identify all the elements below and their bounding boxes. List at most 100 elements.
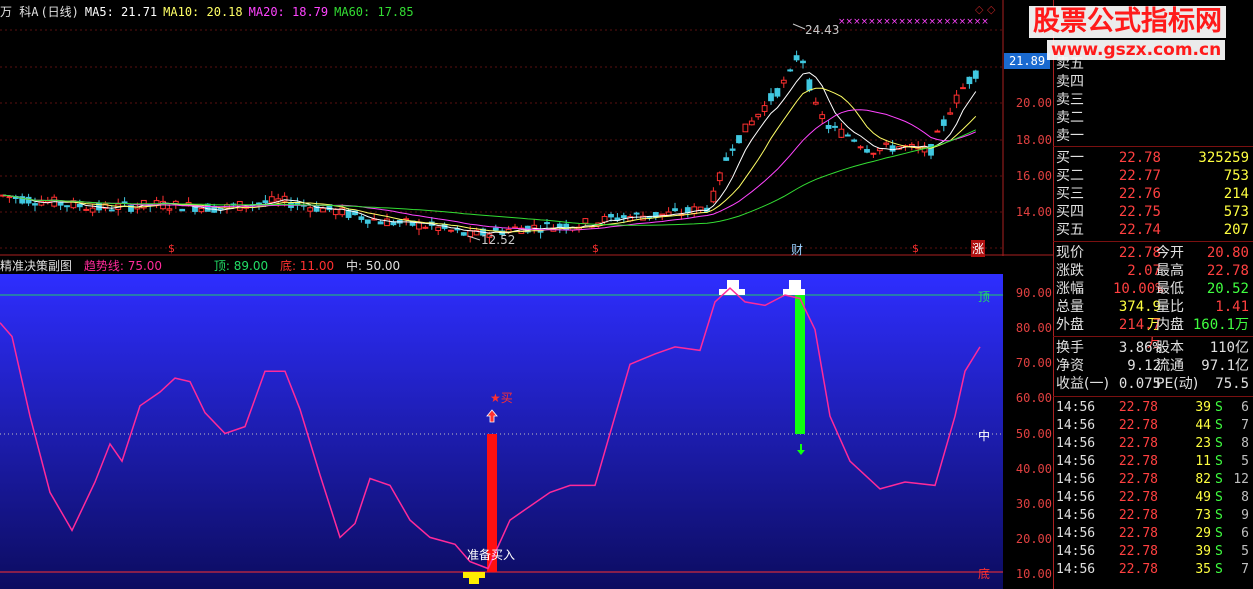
- chart-settings-icon[interactable]: ◇ ◇: [975, 3, 995, 16]
- candle-body: [620, 215, 627, 219]
- bid-row: 买三 22.76 214: [1056, 186, 1249, 202]
- ma60-label: MA60: 17.85: [334, 5, 414, 19]
- quote-row: 总量 374.9万 量比 1.41: [1056, 299, 1249, 333]
- candle-body: [108, 209, 115, 212]
- low-price-label: 12.52: [481, 233, 515, 247]
- quote-row: 外盘 214.7万 内盘 160.1万: [1056, 317, 1249, 351]
- candle-body: [844, 134, 851, 137]
- candle-body: [166, 208, 173, 211]
- watermark-title: 股票公式指标网: [1029, 6, 1226, 38]
- candle-body: [32, 203, 38, 206]
- tick-row: 14:56 22.78 35 S 7: [1056, 562, 1249, 577]
- quote-row: 涨跌 2.07 最高 22.78: [1056, 263, 1249, 279]
- quote-row: 净资 9.12 流通 97.1亿: [1056, 358, 1249, 374]
- watermark-url: www.gszx.com.cn: [1047, 40, 1226, 60]
- indicator-axis-label: 50.00: [1015, 427, 1052, 441]
- decision-indicator-chart[interactable]: [0, 274, 1003, 589]
- stock-name: 万 科A: [0, 5, 39, 19]
- candle-body: [851, 139, 858, 142]
- candle-body: [448, 229, 454, 232]
- limit-up-marker[interactable]: 涨: [971, 240, 986, 257]
- top-value: 顶: 89.00: [213, 259, 269, 273]
- candle-body: [889, 145, 896, 152]
- candle-body: [838, 128, 845, 138]
- candle-body: [748, 120, 755, 126]
- ask-row: 卖四: [1056, 74, 1084, 90]
- candle-body: [800, 60, 806, 64]
- quote-row: 收益(一) 0.075 PE(动) 75.5: [1056, 376, 1249, 392]
- candle-body: [582, 218, 589, 224]
- candle-body: [934, 130, 941, 133]
- candle-body: [883, 142, 890, 145]
- indicator-axis-label: 40.00: [1015, 462, 1052, 476]
- ma20-label: MA20: 18.79: [248, 5, 329, 19]
- indicator-axis-label: 10.00: [1015, 567, 1052, 581]
- bid-row: 买五 22.74 207: [1056, 222, 1249, 238]
- quote-row: 换手 3.86% 股本 110亿: [1056, 340, 1249, 356]
- top-line-label: 顶: [978, 290, 991, 304]
- sub-chart-title[interactable]: 精准决策副图: [0, 259, 72, 273]
- candle-body: [691, 206, 698, 215]
- tick-row: 14:56 22.78 82 S 12: [1056, 472, 1249, 487]
- candle-body: [76, 204, 83, 208]
- tick-row: 14:56 22.78 39 S 5: [1056, 544, 1249, 559]
- candle-body: [6, 196, 13, 199]
- candle-body: [633, 212, 640, 215]
- tick-row: 14:56 22.78 73 S 9: [1056, 508, 1249, 523]
- bid-row: 买四 22.75 573: [1056, 204, 1249, 220]
- bid-row: 买一 22.78 325259: [1056, 150, 1249, 166]
- candle-body: [960, 87, 966, 90]
- tick-row: 14:56 22.78 39 S 6: [1056, 400, 1249, 415]
- candle-body: [716, 172, 723, 182]
- candle-body: [435, 226, 442, 232]
- chart-info-bar: 万 科A (日线) MA5: 21.71 MA10: 20.18 MA20: 18.79…: [0, 3, 420, 19]
- indicator-axis-label: 80.00: [1015, 321, 1052, 335]
- period-label[interactable]: (日线): [40, 5, 78, 19]
- candle-body: [307, 207, 314, 212]
- price-chart[interactable]: 24.43 12.52 ××××××××××××××××××××: [0, 0, 1053, 256]
- candle-body: [761, 105, 768, 112]
- bid-row: 买二 22.77 753: [1056, 168, 1249, 184]
- candle-body: [665, 211, 672, 216]
- indicator-axis-label: 70.00: [1015, 356, 1052, 370]
- candle-body: [531, 224, 538, 229]
- candle-body: [198, 208, 205, 213]
- candle-body: [966, 76, 973, 85]
- candle-body: [780, 79, 787, 84]
- price-axis-label: 18.00: [1015, 133, 1052, 147]
- candle-body: [121, 201, 128, 204]
- candle-body: [358, 216, 365, 220]
- candle-body: [793, 55, 800, 61]
- prepare-buy-label: 准备买入: [467, 548, 516, 562]
- indicator-axis-label: 90.00: [1015, 286, 1052, 300]
- candle-body: [416, 222, 422, 230]
- candle-body: [928, 144, 934, 156]
- finance-marker[interactable]: 财: [791, 241, 803, 258]
- candle-body: [364, 219, 371, 224]
- event-marker[interactable]: $: [168, 242, 175, 255]
- candle-body: [787, 69, 794, 72]
- candle-body: [710, 190, 717, 203]
- candle-body: [64, 205, 70, 208]
- bottom-line-label: 底: [978, 567, 991, 581]
- event-marker[interactable]: $: [912, 242, 919, 255]
- event-marker[interactable]: $: [592, 242, 599, 255]
- indicator-axis-label: 60.00: [1015, 391, 1052, 405]
- candle-body: [268, 196, 275, 203]
- mid-value: 中: 50.00: [345, 259, 401, 273]
- quote-row: 现价 22.78 今开 20.80: [1056, 245, 1249, 261]
- bottom-value: 底: 11.00: [279, 259, 335, 273]
- candle-body: [422, 226, 429, 229]
- candle-body: [755, 113, 762, 118]
- buy-label: ★买: [490, 391, 513, 405]
- sub-chart-header: 精准决策副图 趋势线: 75.00 顶: 89.00 底: 11.00 中: 5…: [0, 257, 408, 274]
- candle-body: [812, 101, 819, 105]
- candle-body: [768, 93, 774, 102]
- indicator-axis-label: 20.00: [1015, 532, 1052, 546]
- candle-body: [825, 125, 832, 129]
- candle-body: [729, 148, 736, 151]
- candle-body: [601, 215, 608, 223]
- tick-row: 14:56 22.78 23 S 8: [1056, 436, 1249, 451]
- candle-body: [723, 157, 730, 161]
- quote-row: 涨幅 10.00% 最低 20.52: [1056, 281, 1249, 297]
